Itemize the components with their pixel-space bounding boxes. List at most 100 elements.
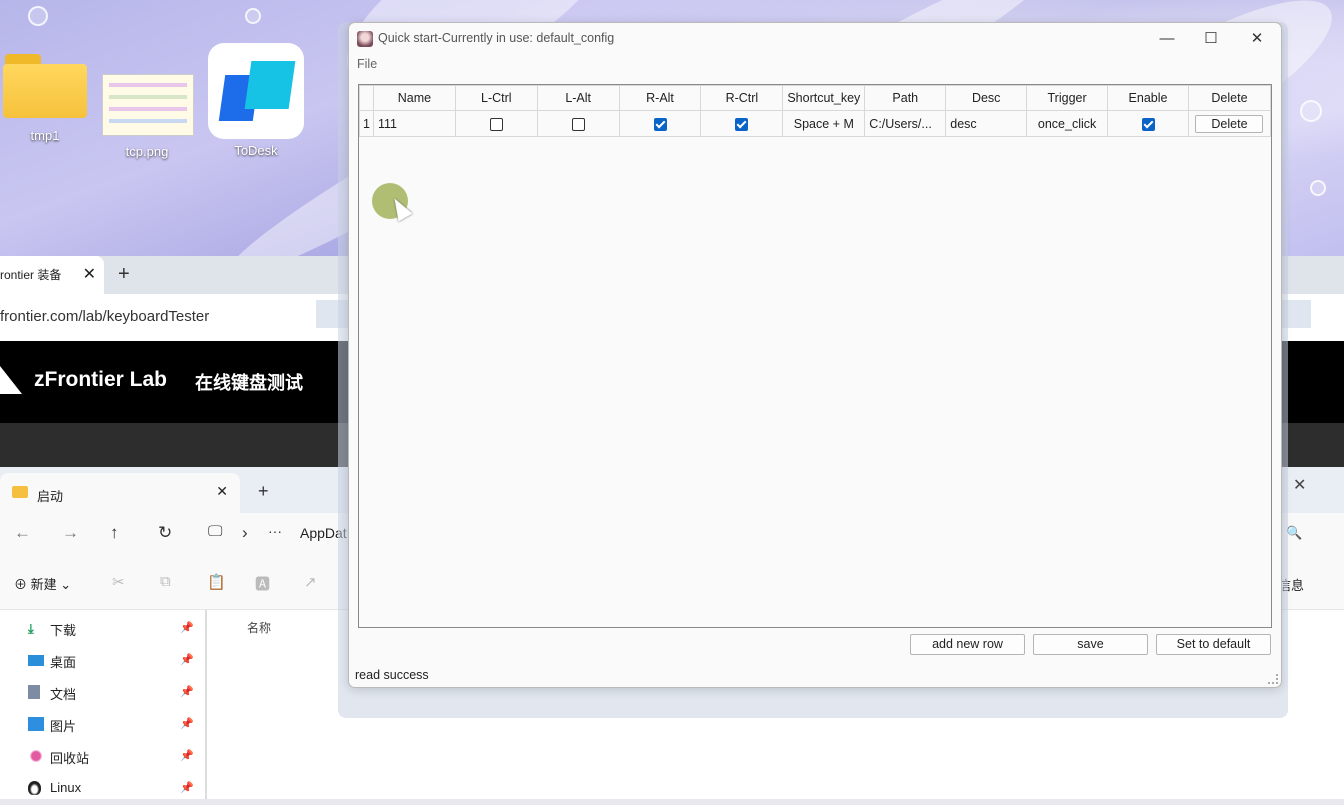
- explorer-sidebar: ⤓ 下载 📌 桌面 📌 文档 📌 图片 📌 回收站 📌 Linux 📌: [0, 610, 207, 799]
- folder-icon: [3, 54, 87, 120]
- forward-arrow-icon[interactable]: →: [62, 523, 79, 543]
- sidebar-item-desktop[interactable]: 桌面 📌: [28, 649, 198, 677]
- up-arrow-icon[interactable]: ↑: [110, 523, 119, 543]
- cell-desc[interactable]: desc: [945, 110, 1028, 137]
- sidebar-item-label: 文档: [50, 687, 77, 702]
- folder-icon: [12, 486, 28, 498]
- share-icon[interactable]: ↗: [304, 573, 317, 591]
- table-header-row: Name L-Ctrl L-Alt R-Alt R-Ctrl Shortcut_…: [359, 85, 1272, 111]
- resize-grip-icon[interactable]: [1268, 674, 1278, 684]
- browser-tab-title: rontier 装备: [0, 268, 62, 282]
- monitor-icon[interactable]: 🖵: [208, 523, 222, 540]
- site-brand[interactable]: zFrontier Lab: [34, 368, 167, 392]
- cell-delete: Delete: [1187, 110, 1272, 137]
- column-header-r-alt[interactable]: R-Alt: [618, 85, 702, 111]
- column-header-desc[interactable]: Desc: [945, 85, 1028, 111]
- shortcut-table-frame: Name L-Ctrl L-Alt R-Alt R-Ctrl Shortcut_…: [358, 84, 1272, 628]
- column-header-l-alt[interactable]: L-Alt: [536, 85, 620, 111]
- column-header-name[interactable]: Name: [372, 85, 456, 111]
- column-header-r-ctrl[interactable]: R-Ctrl: [700, 85, 784, 111]
- sidebar-item-label: 图片: [50, 719, 77, 734]
- rename-icon[interactable]: 🅰: [255, 573, 270, 594]
- close-icon[interactable]: ✕: [1234, 27, 1280, 51]
- save-button[interactable]: save: [1033, 634, 1148, 655]
- pin-icon[interactable]: 📌: [180, 717, 194, 730]
- sidebar-item-pictures[interactable]: 图片 📌: [28, 713, 198, 741]
- pictures-icon: [28, 717, 44, 731]
- cut-icon[interactable]: ✂: [112, 573, 125, 591]
- menu-file[interactable]: File: [357, 57, 377, 71]
- paste-icon[interactable]: 📋: [207, 573, 226, 591]
- corner-cell[interactable]: [359, 85, 374, 111]
- download-icon: ⤓: [28, 621, 34, 636]
- column-header-shortcut-key[interactable]: Shortcut_key: [782, 85, 866, 111]
- new-tab-button[interactable]: +: [258, 481, 269, 502]
- pin-icon[interactable]: 📌: [180, 621, 194, 634]
- sidebar-item-recycle-bin[interactable]: 回收站 📌: [28, 745, 198, 773]
- browser-url[interactable]: frontier.com/lab/keyboardTester: [0, 308, 209, 325]
- quick-start-window: Quick start-Currently in use: default_co…: [348, 22, 1282, 688]
- r-ctrl-checkbox[interactable]: [735, 117, 749, 131]
- set-to-default-button[interactable]: Set to default: [1156, 634, 1271, 655]
- new-item-button[interactable]: ⊕ 新建 ⌄: [14, 574, 71, 593]
- column-header-path[interactable]: Path: [864, 85, 947, 111]
- cell-l-alt: [536, 110, 620, 137]
- enable-checkbox[interactable]: [1141, 117, 1155, 131]
- column-header-trigger[interactable]: Trigger: [1026, 85, 1109, 111]
- cell-shortcut-key[interactable]: Space + M: [782, 110, 866, 137]
- close-icon[interactable]: ✕: [1293, 475, 1306, 495]
- pin-icon[interactable]: 📌: [180, 749, 194, 762]
- chevron-right-icon[interactable]: ›: [242, 523, 248, 543]
- site-subtitle[interactable]: 在线键盘测试: [195, 369, 303, 395]
- cell-path[interactable]: C:/Users/...: [864, 110, 947, 137]
- close-icon[interactable]: ✕: [83, 256, 96, 294]
- back-arrow-icon[interactable]: ←: [14, 523, 31, 543]
- sidebar-item-label: Linux: [50, 780, 82, 795]
- copy-icon[interactable]: ⧉: [160, 573, 171, 590]
- explorer-tab[interactable]: 启动 ✕: [0, 473, 240, 513]
- linux-icon: [28, 781, 41, 795]
- close-icon[interactable]: ✕: [216, 483, 228, 500]
- delete-row-button[interactable]: Delete: [1195, 114, 1264, 133]
- refresh-icon[interactable]: ↻: [158, 523, 172, 543]
- column-header-enable[interactable]: Enable: [1107, 85, 1189, 111]
- new-tab-button[interactable]: +: [118, 256, 130, 292]
- maximize-icon[interactable]: ☐: [1188, 27, 1234, 51]
- row-index[interactable]: 1: [359, 110, 374, 137]
- sidebar-item-label: 下载: [50, 623, 77, 638]
- desktop-icon-tmp1[interactable]: tmp1: [0, 54, 90, 143]
- column-header-l-ctrl[interactable]: L-Ctrl: [454, 85, 538, 111]
- browser-tab[interactable]: rontier 装备 ✕: [0, 256, 104, 294]
- cell-l-ctrl: [454, 110, 538, 137]
- sidebar-item-label: 回收站: [50, 751, 90, 766]
- minimize-icon[interactable]: —: [1144, 27, 1190, 51]
- more-icon[interactable]: ···: [268, 523, 282, 539]
- sidebar-item-linux[interactable]: Linux 📌: [28, 777, 198, 805]
- pin-icon[interactable]: 📌: [180, 653, 194, 666]
- l-alt-checkbox[interactable]: [571, 117, 585, 131]
- sidebar-item-documents[interactable]: 文档 📌: [28, 681, 198, 709]
- pin-icon[interactable]: 📌: [180, 685, 194, 698]
- explorer-tab-label: 启动: [37, 489, 64, 504]
- status-text: read success: [355, 668, 429, 682]
- column-header-name[interactable]: 名称: [247, 619, 271, 636]
- column-header-delete[interactable]: Delete: [1187, 85, 1272, 111]
- r-alt-checkbox[interactable]: [653, 117, 667, 131]
- desktop-icon-tcp-png[interactable]: tcp.png: [102, 64, 194, 159]
- todesk-app-icon: [208, 43, 304, 139]
- search-icon[interactable]: 🔍: [1286, 525, 1302, 541]
- cell-trigger[interactable]: once_click: [1026, 110, 1109, 137]
- table-row: 1 111 Space + M C:/Users/... desc once_c…: [359, 110, 1272, 137]
- l-ctrl-checkbox[interactable]: [489, 117, 503, 131]
- shortcut-table: Name L-Ctrl L-Alt R-Alt R-Ctrl Shortcut_…: [359, 85, 1272, 137]
- desktop-icon-todesk[interactable]: ToDesk: [208, 43, 304, 158]
- document-icon: [28, 685, 40, 699]
- cell-name[interactable]: 111: [372, 110, 456, 137]
- sidebar-item-label: 桌面: [50, 655, 77, 670]
- cell-r-alt: [618, 110, 702, 137]
- sidebar-item-downloads[interactable]: ⤓ 下载 📌: [28, 617, 198, 645]
- recycle-bin-icon: [28, 749, 44, 763]
- title-bar[interactable]: Quick start-Currently in use: default_co…: [349, 23, 1281, 55]
- pin-icon[interactable]: 📌: [180, 781, 194, 794]
- add-new-row-button[interactable]: add new row: [910, 634, 1025, 655]
